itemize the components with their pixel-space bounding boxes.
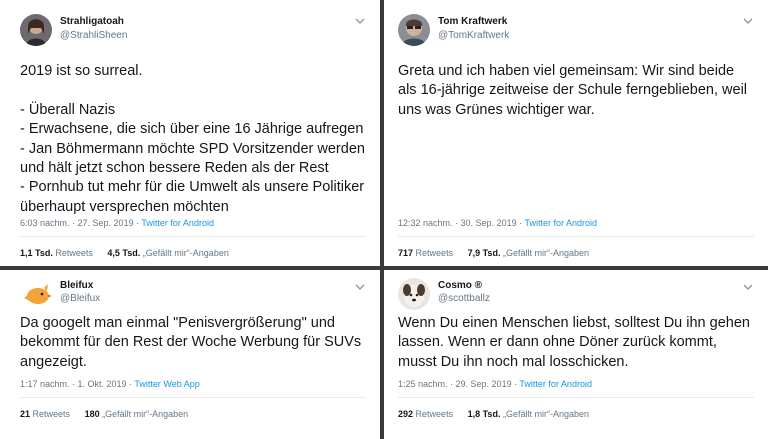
retweets-count[interactable]: 717 (398, 248, 413, 258)
tweet-text: 2019 ist so surreal. - Überall Nazis - E… (20, 63, 365, 215)
avatar[interactable] (398, 14, 430, 46)
likes-count[interactable]: 180 (85, 409, 100, 419)
tweet-stats: 21 Retweets 180 „Gefällt mir“-Angaben (20, 409, 188, 419)
user-handle[interactable]: @scottballz (438, 293, 490, 304)
user-handle[interactable]: @Bleifux (60, 293, 100, 304)
tweet-meta: 1:25 nachm. · 29. Sep. 2019 · Twitter fo… (398, 379, 592, 389)
likes-count[interactable]: 4,5 Tsd. (107, 248, 140, 258)
tweet-text: Greta und ich haben viel gemeinsam: Wir … (398, 63, 748, 118)
retweets-label[interactable]: Retweets (55, 248, 93, 258)
tweet-collage: Strahligatoah @StrahliSheen 2019 ist so … (0, 0, 768, 439)
likes-label[interactable]: „Gefällt mir“-Angaben (503, 248, 589, 258)
tweet-meta: 12:32 nachm. · 30. Sep. 2019 · Twitter f… (398, 218, 597, 228)
tweet-stats: 1,1 Tsd. Retweets 4,5 Tsd. „Gefällt mir“… (20, 248, 229, 258)
collage-divider-vertical (380, 0, 384, 439)
chevron-down-icon[interactable] (354, 14, 366, 26)
divider (398, 236, 754, 237)
chevron-down-icon[interactable] (354, 280, 366, 292)
tweet-card[interactable]: Bleifux @Bleifux Da googelt man einmal "… (0, 270, 380, 439)
divider (398, 397, 754, 398)
likes-count[interactable]: 1,8 Tsd. (468, 409, 501, 419)
avatar[interactable] (398, 278, 430, 310)
retweets-label[interactable]: Retweets (416, 409, 454, 419)
tweet-stats: 292 Retweets 1,8 Tsd. „Gefällt mir“-Anga… (398, 409, 589, 419)
divider (20, 236, 366, 237)
retweets-count[interactable]: 21 (20, 409, 30, 419)
tweet-source-app[interactable]: Twitter for Android (141, 218, 214, 228)
likes-label[interactable]: „Gefällt mir“-Angaben (143, 248, 229, 258)
retweets-label[interactable]: Retweets (416, 248, 454, 258)
user-handle[interactable]: @TomKraftwerk (438, 30, 509, 41)
tweet-timestamp[interactable]: 12:32 nachm. · 30. Sep. 2019 · (398, 218, 522, 228)
tweet-source-app[interactable]: Twitter for Android (519, 379, 592, 389)
chevron-down-icon[interactable] (742, 280, 754, 292)
tweet-card[interactable]: Cosmo ® @scottballz Wenn Du einen Mensch… (384, 270, 768, 439)
tweet-card[interactable]: Strahligatoah @StrahliSheen 2019 ist so … (0, 0, 380, 266)
tweet-text: Wenn Du einen Menschen liebst, solltest … (398, 315, 750, 370)
retweets-label[interactable]: Retweets (33, 409, 71, 419)
retweets-count[interactable]: 1,1 Tsd. (20, 248, 53, 258)
tweet-stats: 717 Retweets 7,9 Tsd. „Gefällt mir“-Anga… (398, 248, 589, 258)
display-name[interactable]: Tom Kraftwerk (438, 16, 507, 27)
tweet-timestamp[interactable]: 6:03 nachm. · 27. Sep. 2019 · (20, 218, 139, 228)
tweet-source-app[interactable]: Twitter Web App (134, 379, 199, 389)
display-name[interactable]: Strahligatoah (60, 16, 124, 27)
tweet-meta: 1:17 nachm. · 1. Okt. 2019 · Twitter Web… (20, 379, 200, 389)
tweet-card[interactable]: Tom Kraftwerk @TomKraftwerk Greta und ic… (384, 0, 768, 266)
avatar[interactable] (20, 14, 52, 46)
retweets-count[interactable]: 292 (398, 409, 413, 419)
tweet-text: Da googelt man einmal "Penisvergrößerung… (20, 315, 362, 370)
likes-label[interactable]: „Gefällt mir“-Angaben (503, 409, 589, 419)
tweet-timestamp[interactable]: 1:25 nachm. · 29. Sep. 2019 · (398, 379, 517, 389)
display-name[interactable]: Bleifux (60, 280, 93, 291)
tweet-meta: 6:03 nachm. · 27. Sep. 2019 · Twitter fo… (20, 218, 214, 228)
tweet-timestamp[interactable]: 1:17 nachm. · 1. Okt. 2019 · (20, 379, 132, 389)
avatar[interactable] (20, 278, 52, 310)
display-name[interactable]: Cosmo ® (438, 280, 482, 291)
divider (20, 397, 366, 398)
chevron-down-icon[interactable] (742, 14, 754, 26)
tweet-source-app[interactable]: Twitter for Android (524, 218, 597, 228)
collage-divider-horizontal (0, 266, 768, 270)
user-handle[interactable]: @StrahliSheen (60, 30, 127, 41)
likes-count[interactable]: 7,9 Tsd. (468, 248, 501, 258)
likes-label[interactable]: „Gefällt mir“-Angaben (102, 409, 188, 419)
